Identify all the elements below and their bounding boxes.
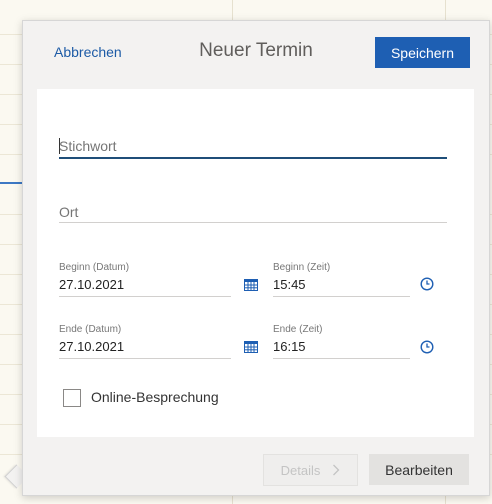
appointment-form: Beginn (Datum) 27.10.2021 Beginn (Zeit) … — [37, 89, 474, 437]
location-input[interactable] — [59, 204, 439, 220]
current-time-marker — [0, 182, 22, 184]
clock-icon[interactable] — [420, 340, 434, 354]
end-time-label: Ende (Zeit) — [273, 324, 323, 335]
save-button[interactable]: Speichern — [375, 37, 470, 68]
subject-underline — [59, 157, 447, 159]
end-time-underline — [273, 358, 410, 359]
calendar-icon[interactable] — [244, 279, 258, 291]
dialog-header: Abbrechen Neuer Termin Speichern — [23, 21, 489, 83]
online-meeting-label[interactable]: Online-Besprechung — [91, 389, 219, 405]
start-date-underline — [59, 296, 231, 297]
start-time-field[interactable]: 15:45 — [273, 277, 306, 292]
subject-input[interactable] — [59, 138, 439, 154]
end-date-underline — [59, 358, 231, 359]
edit-button[interactable]: Bearbeiten — [369, 454, 469, 485]
start-date-label: Beginn (Datum) — [59, 262, 130, 273]
end-time-field[interactable]: 16:15 — [273, 339, 306, 354]
details-label: Details — [280, 462, 321, 478]
end-date-label: Ende (Datum) — [59, 324, 122, 335]
location-underline — [59, 222, 447, 223]
start-time-label: Beginn (Zeit) — [273, 262, 331, 273]
calendar-icon[interactable] — [244, 341, 258, 353]
clock-icon[interactable] — [420, 277, 434, 291]
online-meeting-checkbox[interactable] — [63, 389, 81, 407]
new-appointment-dialog: Abbrechen Neuer Termin Speichern Beginn … — [22, 20, 490, 496]
start-time-underline — [273, 296, 410, 297]
start-date-field[interactable]: 27.10.2021 — [59, 277, 124, 292]
end-date-field[interactable]: 27.10.2021 — [59, 339, 124, 354]
details-button[interactable]: Details — [263, 454, 358, 486]
chevron-right-icon — [333, 464, 340, 476]
